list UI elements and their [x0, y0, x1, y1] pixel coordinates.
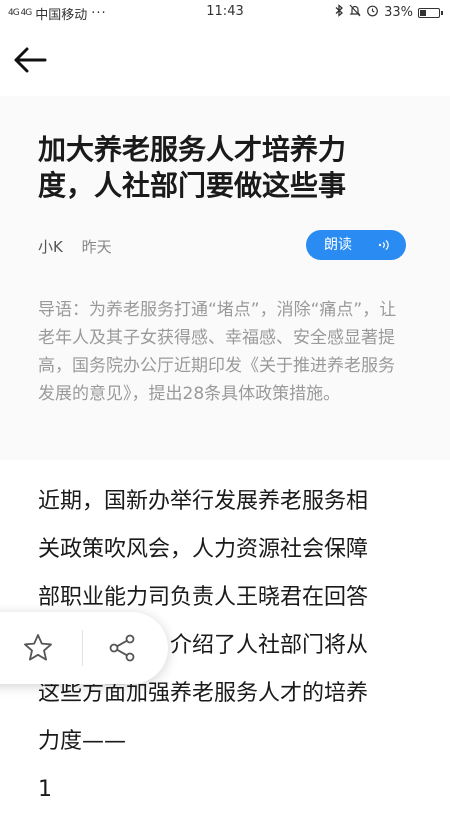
body-line: 近期，国新办举行发展养老服务相	[38, 489, 369, 514]
battery-fill	[420, 9, 426, 16]
author-name[interactable]: 小K	[38, 238, 63, 256]
read-aloud-button[interactable]: 朗读	[306, 230, 406, 260]
article-meta: 小K 昨天	[38, 236, 112, 257]
article-title-line-1: 加大养老服务人才培养力	[38, 133, 347, 166]
star-icon	[24, 634, 52, 661]
sound-wave-icon	[378, 240, 389, 250]
alarm-icon	[366, 4, 379, 21]
status-right: 33%	[335, 4, 443, 21]
share-icon	[109, 634, 135, 662]
article-title: 加大养老服务人才培养力 度，人社部门要做这些事	[38, 132, 398, 204]
article-header: 加大养老服务人才培养力 度，人社部门要做这些事 小K 昨天 朗读 导语：为养老服…	[0, 96, 450, 460]
article-summary: 导语：为养老服务打通“堵点”，消除“痛点”，让老年人及其子女获得感、幸福感、安全…	[38, 300, 397, 404]
body-line: 1	[38, 777, 52, 802]
back-button[interactable]	[10, 42, 50, 78]
publish-date: 昨天	[81, 238, 112, 256]
body-line: 关政策吹风会，人力资源社会保障	[38, 537, 369, 562]
battery-percent: 33%	[384, 5, 413, 20]
article-title-line-2: 度，人社部门要做这些事	[38, 169, 347, 202]
top-bar	[0, 24, 450, 96]
mute-bell-icon	[349, 4, 361, 21]
action-divider	[82, 630, 83, 666]
body-line: 力度——	[38, 729, 127, 754]
floating-action-bar	[0, 612, 168, 684]
favorite-button[interactable]	[22, 632, 54, 664]
arrow-left-icon	[14, 47, 47, 73]
battery-icon	[418, 7, 443, 18]
bluetooth-icon	[335, 4, 344, 21]
share-button[interactable]	[106, 632, 138, 664]
status-bar: 4G 4G 中国移动 ··· 11:43 33%	[0, 0, 450, 24]
read-aloud-label: 朗读	[324, 237, 352, 253]
